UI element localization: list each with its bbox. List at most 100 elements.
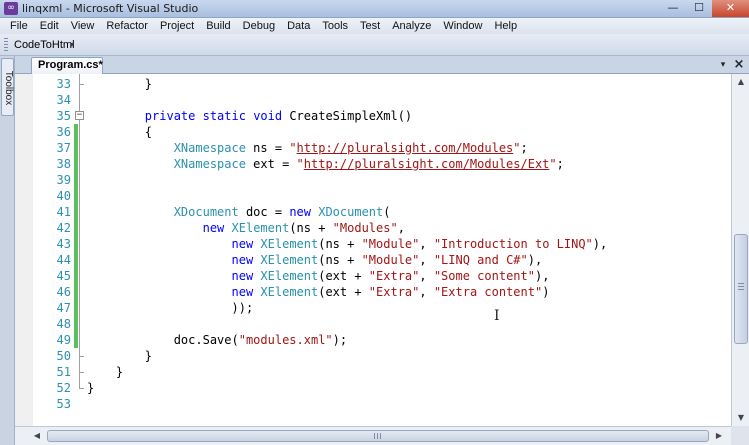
code-line[interactable]: 41 XDocument doc = new XDocument(: [15, 204, 731, 220]
thumb-grip-icon: [738, 283, 744, 292]
code-text: new XElement(ext + "Extra", "Extra conte…: [231, 285, 550, 299]
window-title: linqxml - Microsoft Visual Studio: [22, 2, 199, 15]
code-text: new XElement(ns + "Modules",: [202, 221, 405, 235]
outline-end: [79, 372, 84, 373]
horizontal-scrollbar[interactable]: ◀ ▶: [15, 426, 731, 445]
code-line[interactable]: 38 XNamespace ext = "http://pluralsight.…: [15, 156, 731, 172]
vertical-scroll-thumb[interactable]: [734, 234, 748, 344]
change-marker: [74, 172, 78, 188]
line-number: 41: [56, 205, 71, 219]
code-text: new XElement(ns + "Module", "Introductio…: [231, 237, 608, 251]
minimize-button[interactable]: —: [660, 0, 686, 17]
code-line[interactable]: 45 new XElement(ext + "Extra", "Some con…: [15, 268, 731, 284]
change-marker: [74, 188, 78, 204]
menu-help[interactable]: Help: [488, 20, 523, 32]
menu-debug[interactable]: Debug: [237, 20, 281, 32]
code-line[interactable]: 52}: [15, 380, 731, 396]
line-number: 37: [56, 141, 71, 155]
toolbox-tab[interactable]: Toolbox: [1, 58, 14, 116]
line-number: 35: [56, 109, 71, 123]
outline-guide: [79, 74, 80, 388]
collapse-icon[interactable]: −: [75, 111, 84, 120]
menu-file[interactable]: File: [4, 20, 34, 32]
close-button[interactable]: ✕: [712, 0, 749, 17]
code-editor[interactable]: I 33 } 34 35 private static void CreateSim…: [15, 74, 731, 426]
toolbar-overflow-icon[interactable]: ▾: [70, 38, 78, 52]
menu-analyze[interactable]: Analyze: [386, 20, 437, 32]
code-text: XDocument doc = new XDocument(: [173, 205, 391, 219]
document-tab-row: Program.cs* ▾ ×: [15, 56, 749, 74]
line-number: 36: [56, 125, 71, 139]
code-line[interactable]: 36 {: [15, 124, 731, 140]
line-number: 33: [56, 77, 71, 91]
vertical-scrollbar[interactable]: ▲ ▼: [731, 74, 749, 426]
code-text: XNamespace ext = "http://pluralsight.com…: [173, 157, 564, 171]
scroll-right-icon[interactable]: ▶: [711, 428, 727, 444]
code-line[interactable]: 33 }: [15, 76, 731, 92]
horizontal-scroll-thumb[interactable]: [47, 430, 709, 442]
change-marker: [74, 268, 78, 284]
menu-test[interactable]: Test: [354, 20, 386, 32]
toolbar: CodeToHtml ▾: [0, 34, 749, 56]
toolbar-grip-handle[interactable]: [4, 38, 8, 52]
menu-build[interactable]: Build: [200, 20, 236, 32]
code-line[interactable]: 37 XNamespace ns = "http://pluralsight.c…: [15, 140, 731, 156]
code-text: }: [87, 349, 153, 363]
code-line[interactable]: 43 new XElement(ns + "Module", "Introduc…: [15, 236, 731, 252]
scroll-down-icon[interactable]: ▼: [733, 410, 749, 426]
change-marker: [74, 204, 78, 220]
scroll-left-icon[interactable]: ◀: [29, 428, 45, 444]
line-number: 34: [56, 93, 71, 107]
code-line[interactable]: 35 private static void CreateSimpleXml(): [15, 108, 731, 124]
code-line[interactable]: 47 ));: [15, 300, 731, 316]
code-text: XNamespace ns = "http://pluralsight.com/…: [173, 141, 528, 155]
line-number: 50: [56, 349, 71, 363]
menu-data[interactable]: Data: [281, 20, 316, 32]
menu-window[interactable]: Window: [437, 20, 488, 32]
line-number: 48: [56, 317, 71, 331]
code-line[interactable]: 34: [15, 92, 731, 108]
tab-program-cs[interactable]: Program.cs*: [31, 57, 103, 74]
code-line[interactable]: 42 new XElement(ns + "Modules",: [15, 220, 731, 236]
outline-end: [79, 388, 84, 389]
codetohtml-button[interactable]: CodeToHtml: [11, 37, 78, 53]
code-text: {: [87, 125, 153, 139]
code-line[interactable]: 39: [15, 172, 731, 188]
code-text: }: [87, 365, 124, 379]
code-line[interactable]: 49 doc.Save("modules.xml");: [15, 332, 731, 348]
scrollbar-corner: [731, 426, 749, 445]
code-line[interactable]: 46 new XElement(ext + "Extra", "Extra co…: [15, 284, 731, 300]
tab-close-icon[interactable]: ×: [732, 57, 746, 72]
change-marker: [74, 220, 78, 236]
code-text: new XElement(ext + "Extra", "Some conten…: [231, 269, 550, 283]
code-text: ));: [87, 301, 254, 315]
menu-view[interactable]: View: [65, 20, 101, 32]
change-marker: [74, 284, 78, 300]
maximize-button[interactable]: ☐: [686, 0, 712, 17]
line-number: 47: [56, 301, 71, 315]
line-number: 52: [56, 381, 71, 395]
change-marker: [74, 252, 78, 268]
menu-edit[interactable]: Edit: [34, 20, 65, 32]
tab-list-dropdown-icon[interactable]: ▾: [716, 58, 730, 72]
code-text: }: [87, 381, 95, 395]
code-line[interactable]: 53: [15, 396, 731, 412]
title-bar: ∞ linqxml - Microsoft Visual Studio — ☐ …: [0, 0, 749, 18]
code-line[interactable]: 50 }: [15, 348, 731, 364]
code-line[interactable]: 51 }: [15, 364, 731, 380]
outline-end: [79, 356, 84, 357]
menu-refactor[interactable]: Refactor: [100, 20, 154, 32]
code-line[interactable]: 40: [15, 188, 731, 204]
line-number: 38: [56, 157, 71, 171]
menu-project[interactable]: Project: [154, 20, 200, 32]
change-marker: [74, 236, 78, 252]
menu-tools[interactable]: Tools: [316, 20, 354, 32]
code-text: private static void CreateSimpleXml(): [144, 109, 413, 123]
code-text: new XElement(ns + "Module", "LINQ and C#…: [231, 253, 543, 267]
code-line[interactable]: 48: [15, 316, 731, 332]
menu-bar: File Edit View Refactor Project Build De…: [0, 18, 749, 34]
line-number: 51: [56, 365, 71, 379]
code-text: doc.Save("modules.xml");: [87, 333, 348, 347]
code-line[interactable]: 44 new XElement(ns + "Module", "LINQ and…: [15, 252, 731, 268]
scroll-up-icon[interactable]: ▲: [733, 74, 749, 90]
